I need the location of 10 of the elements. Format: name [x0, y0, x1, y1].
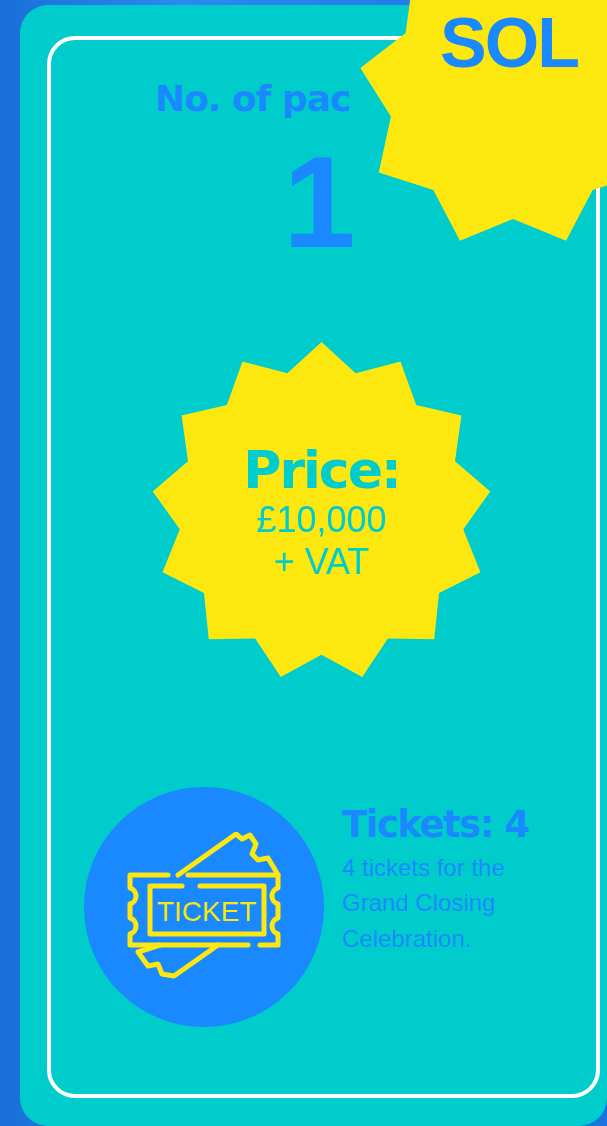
packages-label: No. of pac	[154, 78, 351, 119]
packages-count: 1	[283, 137, 356, 267]
sold-text: SOL	[440, 8, 578, 78]
ticket-icon	[127, 832, 281, 979]
price-amount: £10,000	[256, 499, 387, 541]
price-vat: + VAT	[273, 540, 370, 582]
ticket-icon-label: TICKET	[157, 896, 257, 927]
price-label: Price:	[243, 442, 400, 500]
tickets-description: 4 tickets for the Grand Closing Celebration.	[342, 853, 506, 954]
tickets-title: Tickets: 4	[342, 803, 530, 847]
